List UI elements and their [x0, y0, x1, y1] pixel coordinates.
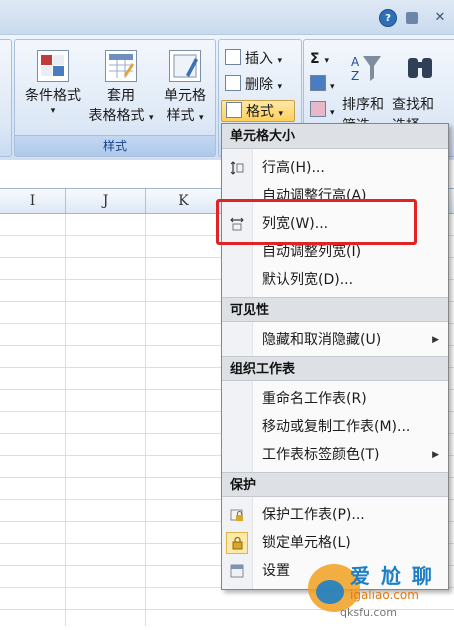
row-height-icon — [230, 161, 244, 175]
submenu-arrow-icon: ▶ — [432, 450, 439, 460]
menu-item-rename-sheet[interactable]: 重命名工作表(R) — [222, 385, 448, 413]
ribbon-group-partial — [0, 39, 12, 157]
delete-button[interactable]: 删除 ▾ — [225, 74, 282, 96]
watermark-text-url: igaliao.com — [350, 588, 419, 602]
menu-item-tab-color[interactable]: 工作表标签颜色(T) ▶ — [222, 441, 448, 469]
insert-label: 插入 — [245, 51, 273, 67]
fill-icon — [310, 75, 326, 91]
watermark-text-url-2: qksfu.com — [340, 606, 397, 619]
format-icon — [226, 102, 242, 118]
protect-sheet-label: 保护工作表(P)... — [262, 507, 365, 523]
autosum-icon: Σ — [310, 51, 320, 67]
menu-item-default-width[interactable]: 默认列宽(D)... — [222, 266, 448, 294]
sort-filter-icon: AZ — [351, 55, 381, 83]
menu-item-move-copy-sheet[interactable]: 移动或复制工作表(M)... — [222, 413, 448, 441]
tab-color-label: 工作表标签颜色(T) — [262, 447, 380, 463]
hide-unhide-label: 隐藏和取消隐藏(U) — [262, 332, 382, 348]
section-cell-size: 单元格大小 — [222, 124, 448, 149]
column-header-k[interactable]: K — [146, 189, 221, 213]
insert-button[interactable]: 插入 ▾ — [225, 48, 282, 70]
rename-sheet-label: 重命名工作表(R) — [262, 391, 367, 407]
find-select-label-1: 查找和 — [392, 97, 434, 113]
help-icon[interactable]: ? — [379, 9, 397, 27]
move-copy-sheet-label: 移动或复制工作表(M)... — [262, 419, 411, 435]
section-protection: 保护 — [222, 472, 448, 497]
format-label: 格式 — [246, 104, 274, 120]
styles-group-label: 样式 — [15, 135, 215, 156]
title-strip: ? ✕ — [0, 0, 454, 34]
lock-icon — [232, 536, 243, 550]
fill-button[interactable]: ▾ — [310, 74, 335, 96]
menu-item-row-height[interactable]: 行高(H)... — [222, 154, 448, 182]
cell-styles-label-1: 单元格 — [164, 88, 206, 104]
format-as-table-label-2: 表格格式 — [88, 108, 145, 124]
menu-item-protect-sheet[interactable]: 保护工作表(P)... — [222, 501, 448, 529]
delete-icon — [225, 75, 241, 91]
format-as-table-icon — [105, 50, 137, 82]
sort-filter-button[interactable]: AZ — [346, 50, 386, 88]
clear-button[interactable]: ▾ — [310, 100, 335, 122]
default-width-label: 默认列宽(D)... — [262, 272, 354, 288]
section-visibility: 可见性 — [222, 297, 448, 322]
column-header-j[interactable]: J — [66, 189, 146, 213]
row-height-label: 行高(H)... — [262, 160, 325, 176]
format-as-table-button[interactable]: 套用 表格格式 ▾ — [85, 50, 157, 128]
format-dropdown-menu: 单元格大小 行高(H)... 自动调整行高(A) 列宽(W)... 自动调整列宽… — [221, 123, 449, 590]
autosum-button[interactable]: Σ ▾ — [310, 48, 329, 70]
section-organize-sheets: 组织工作表 — [222, 356, 448, 381]
sort-filter-label-1: 排序和 — [342, 97, 384, 113]
column-header-i[interactable]: I — [0, 189, 66, 213]
format-cells-label: 设置 — [262, 563, 290, 579]
protect-sheet-icon — [230, 509, 243, 521]
delete-label: 删除 — [245, 77, 273, 93]
cell-styles-icon — [169, 50, 201, 82]
menu-item-hide-unhide[interactable]: 隐藏和取消隐藏(U) ▶ — [222, 326, 448, 354]
close-icon[interactable]: ✕ — [432, 9, 448, 25]
eraser-icon — [310, 101, 326, 117]
ribbon-group-styles: 条件格式 ▾ 套用 表格格式 ▾ 单元格 样式 ▾ 样式 — [14, 39, 216, 157]
highlight-box — [216, 199, 417, 245]
svg-text:Z: Z — [351, 69, 359, 83]
insert-icon — [225, 49, 241, 65]
watermark-logo: 爱 尬 聊 igaliao.com qksfu.com — [300, 548, 454, 626]
binoculars-icon — [408, 58, 432, 78]
cell-styles-button[interactable]: 单元格 样式 ▾ — [149, 50, 221, 128]
submenu-arrow-icon: ▶ — [432, 335, 439, 345]
svg-text:A: A — [351, 55, 360, 69]
find-select-button[interactable] — [400, 50, 440, 88]
conditional-format-label: 条件格式 — [25, 88, 81, 104]
watermark-text-main: 爱 尬 聊 — [350, 564, 434, 588]
format-button[interactable]: 格式 ▾ — [221, 100, 295, 122]
conditional-format-icon — [37, 50, 69, 82]
window-options-icon[interactable] — [406, 12, 418, 24]
cell-styles-label-2: 样式 — [166, 108, 195, 124]
format-cells-icon — [230, 564, 244, 578]
format-as-table-label-1: 套用 — [107, 88, 135, 104]
conditional-format-button[interactable]: 条件格式 ▾ — [17, 50, 89, 116]
